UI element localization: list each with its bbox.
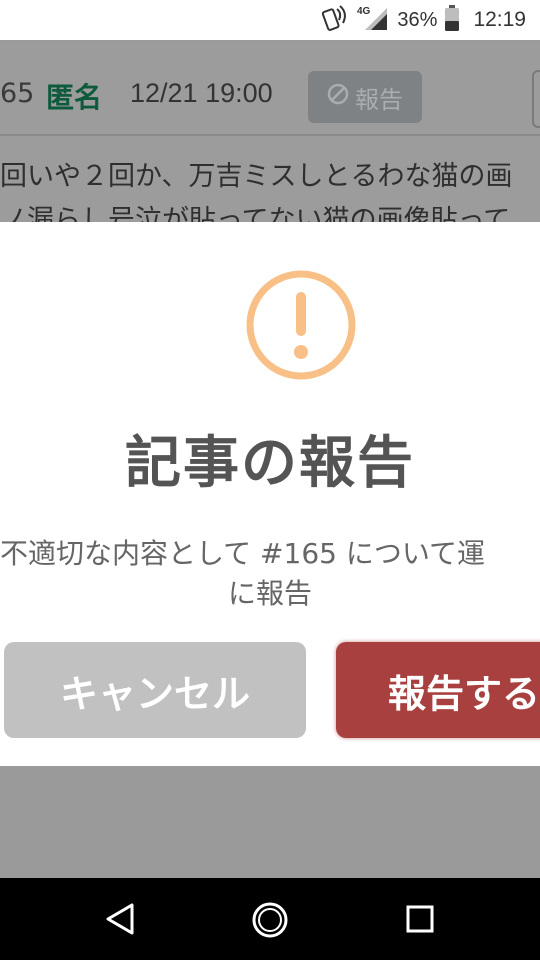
recent-apps-icon[interactable] xyxy=(406,905,434,937)
post-report-label: 報告 xyxy=(355,85,403,114)
confirm-report-button[interactable]: 報告する xyxy=(336,642,540,738)
back-icon[interactable] xyxy=(104,902,136,940)
cancel-button[interactable]: キャンセル xyxy=(4,642,306,738)
post-text-line: 回いや２回か、万吉ミスしとるわな猫の画 xyxy=(0,161,513,192)
post-report-button[interactable]: 報告 xyxy=(308,71,422,123)
nfc-phone-icon xyxy=(319,3,349,37)
report-dialog: 記事の報告 不適切な内容として #165 について運 に報告 キャンセル 報告す… xyxy=(0,222,540,766)
post-number: 65 xyxy=(0,78,35,109)
post-menu-button[interactable] xyxy=(532,70,540,128)
dialog-message: 不適切な内容として #165 について運 xyxy=(0,537,486,570)
system-nav-bar xyxy=(0,878,540,960)
dialog-title: 記事の報告 xyxy=(125,431,415,496)
status-bar: 4G 36% 12:19 xyxy=(0,0,540,40)
post-body: 回いや２回か、万吉ミスしとるわな猫の画 ノ漏らし号泣が貼ってない猫の画像貼って xyxy=(0,136,540,226)
battery-percent: 36% xyxy=(397,8,438,31)
dialog-message-line2: に報告 xyxy=(227,577,312,610)
network-type: 4G xyxy=(357,6,371,17)
warning-circle-icon xyxy=(244,268,358,386)
post-date: 12/21 19:00 xyxy=(130,78,273,108)
post-author[interactable]: 匿名 xyxy=(46,76,102,116)
clock: 12:19 xyxy=(473,8,526,31)
post-header: 65 匿名 12/21 19:00 報告 xyxy=(0,42,540,136)
block-icon xyxy=(327,83,349,111)
signal-icon: 4G xyxy=(357,4,389,36)
battery-icon xyxy=(445,5,460,35)
home-icon[interactable] xyxy=(251,901,289,943)
